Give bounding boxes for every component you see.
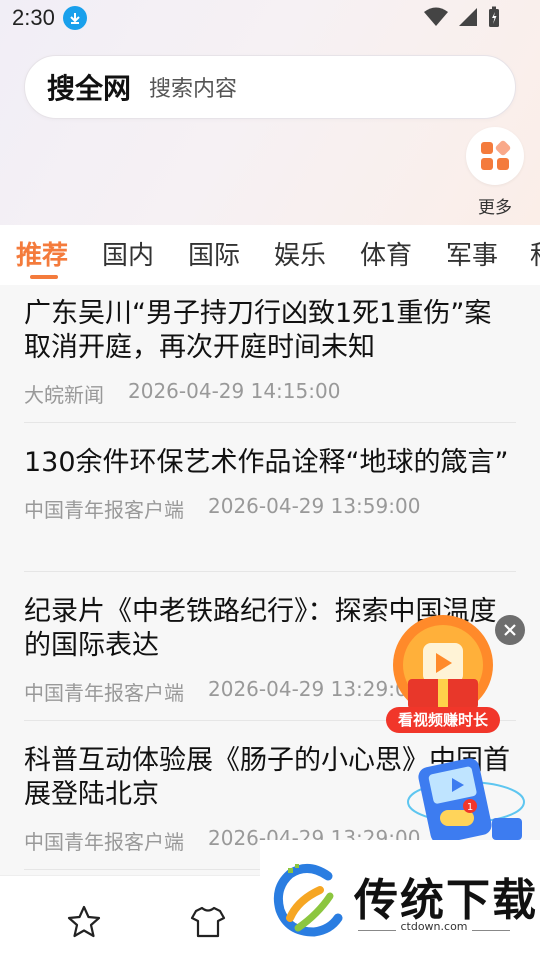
watermark-title: 传统下载 <box>354 875 538 926</box>
reward-label[interactable]: 看视频赚时长 <box>386 707 500 733</box>
video-phone-icon[interactable]: 1 <box>404 758 526 840</box>
search-brand: 搜全网 <box>47 73 132 104</box>
news-item[interactable]: 130余件环保艺术作品诠释“地球的箴言” 中国青年报客户端 2026-04-29… <box>24 446 516 572</box>
watermark: 传统下载 ctdown.com <box>260 840 540 960</box>
news-item[interactable]: 广东吴川“男子持刀行凶致1死1重伤”案取消开庭，再次开庭时间未知 大皖新闻 20… <box>24 297 516 423</box>
tab-domestic[interactable]: 国内 <box>102 235 154 272</box>
tab-sports[interactable]: 体育 <box>360 235 412 272</box>
news-source: 中国青年报客户端 <box>24 830 184 854</box>
tab-science[interactable]: 科 <box>530 235 540 272</box>
news-source: 中国青年报客户端 <box>24 498 184 522</box>
watermark-url: ctdown.com <box>400 920 468 933</box>
status-bar: 2:30 <box>0 0 540 36</box>
category-tabs: 推荐 国内 国际 娱乐 体育 军事 科 <box>0 225 540 285</box>
tab-active-indicator <box>30 275 58 279</box>
watermark-logo <box>273 864 343 937</box>
more-label: 更多 <box>478 198 512 218</box>
news-source: 大皖新闻 <box>24 383 104 407</box>
download-icon <box>62 6 87 30</box>
watermark-divider <box>472 930 510 931</box>
tab-international[interactable]: 国际 <box>188 235 240 272</box>
shirt-icon[interactable] <box>190 904 226 940</box>
wifi-icon <box>424 7 448 26</box>
search-input[interactable]: 搜索内容 <box>149 71 237 103</box>
battery-icon <box>489 6 499 27</box>
news-time: 2026-04-29 14:15:00 <box>128 379 341 403</box>
reward-badge: 1 <box>467 802 473 813</box>
news-time: 2026-04-29 13:59:00 <box>208 494 421 518</box>
tab-recommend[interactable]: 推荐 <box>16 235 68 272</box>
news-source: 中国青年报客户端 <box>24 681 184 705</box>
close-icon[interactable] <box>495 615 525 645</box>
tab-military[interactable]: 军事 <box>446 235 498 272</box>
news-title[interactable]: 130余件环保艺术作品诠释“地球的箴言” <box>24 446 516 480</box>
status-time: 2:30 <box>12 5 55 30</box>
grid-apps-icon <box>481 140 511 170</box>
signal-icon <box>459 8 477 26</box>
more-button[interactable] <box>466 127 524 185</box>
search-bar[interactable]: 搜全网 搜索内容 <box>24 55 516 119</box>
tab-entertainment[interactable]: 娱乐 <box>274 235 326 272</box>
star-icon[interactable] <box>66 904 102 940</box>
news-title[interactable]: 广东吴川“男子持刀行凶致1死1重伤”案取消开庭，再次开庭时间未知 <box>24 297 516 365</box>
